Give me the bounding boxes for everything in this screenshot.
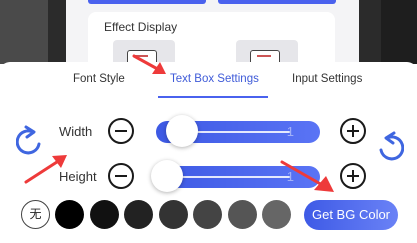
bg-color-swatches: 无 Get BG Color: [0, 200, 417, 230]
color-swatch[interactable]: [262, 200, 291, 229]
width-value: 1: [286, 124, 294, 139]
preview-background: Effect Display: [0, 0, 417, 64]
tab-font-style[interactable]: Font Style: [73, 73, 125, 85]
color-swatch[interactable]: [158, 200, 188, 229]
width-slider-handle[interactable]: [166, 115, 198, 147]
effect-display-title: Effect Display: [104, 20, 178, 34]
color-swatch[interactable]: [227, 200, 257, 229]
preview-button-left[interactable]: [88, 0, 206, 4]
minus-icon: [115, 175, 127, 177]
height-label: Height: [59, 169, 97, 184]
width-slider[interactable]: 1: [156, 115, 320, 147]
color-swatch[interactable]: [193, 200, 222, 229]
active-tab-indicator: [158, 96, 268, 98]
preview-button-right[interactable]: [218, 0, 336, 4]
width-label: Width: [59, 124, 93, 139]
effect-thumbnail-2[interactable]: [236, 40, 298, 64]
height-value: 1: [286, 169, 294, 184]
color-swatch[interactable]: [124, 200, 153, 229]
height-decrease-button[interactable]: [108, 163, 134, 189]
preview-right-edge: [381, 0, 417, 64]
height-increase-button[interactable]: [340, 163, 366, 189]
rotate-right-icon[interactable]: [376, 130, 404, 164]
settings-tabs: Font Style Text Box Settings Input Setti…: [0, 62, 417, 100]
get-bg-color-button[interactable]: Get BG Color: [304, 200, 398, 230]
width-increase-button[interactable]: [340, 118, 366, 144]
minus-icon: [115, 130, 127, 132]
color-swatch[interactable]: [55, 200, 84, 229]
no-color-swatch[interactable]: 无: [21, 200, 50, 229]
effect-thumbnail-1[interactable]: [113, 40, 175, 64]
rotate-left-icon[interactable]: [16, 124, 44, 158]
plus-icon-vertical: [352, 125, 354, 137]
plus-icon-vertical: [352, 170, 354, 182]
preview-left-edge: [0, 0, 48, 64]
height-slider[interactable]: 1: [151, 160, 320, 192]
slider-track: [176, 176, 290, 178]
height-slider-handle[interactable]: [151, 160, 183, 192]
tab-text-box-settings[interactable]: Text Box Settings: [170, 73, 259, 85]
color-swatch[interactable]: [89, 200, 119, 229]
width-decrease-button[interactable]: [108, 118, 134, 144]
settings-panel: Font Style Text Box Settings Input Setti…: [0, 62, 417, 243]
tab-input-settings[interactable]: Input Settings: [292, 73, 362, 85]
